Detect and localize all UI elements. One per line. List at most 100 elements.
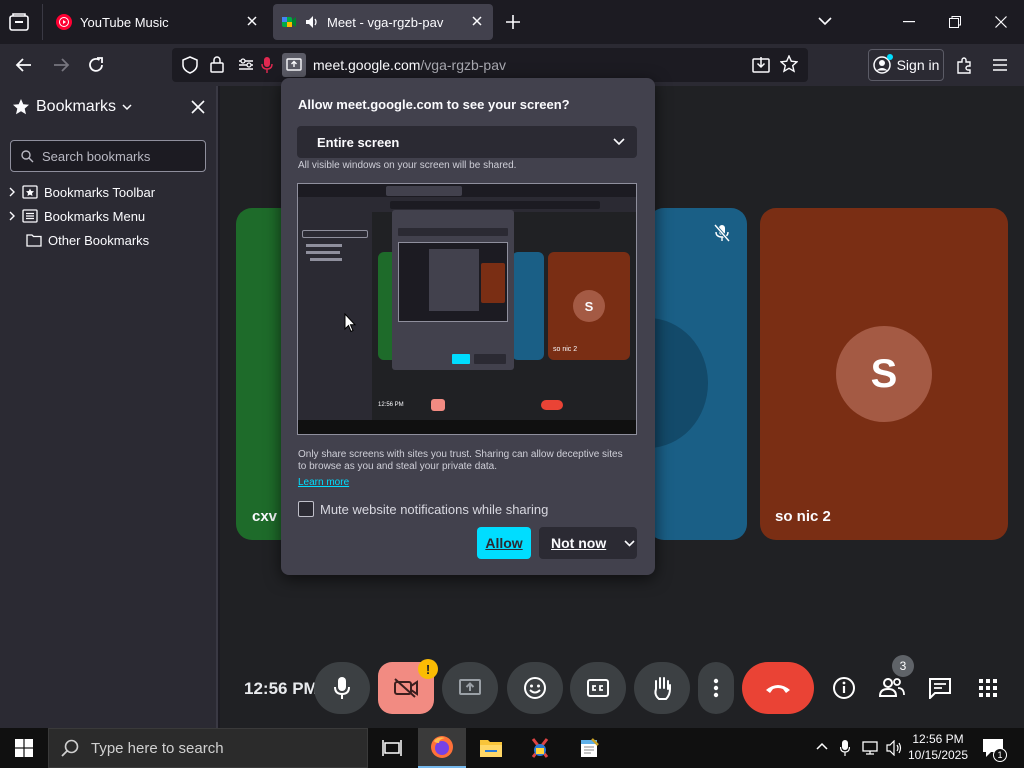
permissions-icon[interactable] — [238, 58, 254, 72]
forward-icon[interactable] — [48, 52, 74, 78]
chevron-right-icon[interactable] — [8, 211, 16, 221]
meeting-details-icon[interactable] — [832, 676, 856, 700]
list-tabs-icon[interactable] — [818, 16, 832, 26]
task-view-button[interactable] — [368, 728, 416, 768]
new-tab-icon[interactable] — [505, 14, 521, 30]
close-tab-icon[interactable] — [246, 15, 258, 27]
restore-button[interactable] — [932, 0, 978, 44]
notepad-icon — [578, 737, 600, 759]
muted-mic-icon — [714, 224, 730, 242]
sign-in-label: Sign in — [896, 57, 940, 73]
present-button[interactable] — [442, 662, 498, 714]
chevron-right-icon[interactable] — [8, 187, 16, 197]
not-now-button[interactable]: Not now — [539, 527, 637, 559]
sign-in-button[interactable]: Sign in — [868, 49, 944, 81]
preview-time: 12:56 PM — [378, 402, 404, 408]
captions-icon — [587, 679, 609, 697]
close-window-button[interactable] — [978, 0, 1024, 44]
taskbar-search-input[interactable]: Type here to search — [48, 728, 368, 768]
speaker-icon[interactable] — [305, 15, 319, 29]
people-icon[interactable] — [879, 676, 905, 698]
url-path: /vga-rgzb-pav — [420, 57, 506, 73]
taskbar-app-4[interactable] — [565, 728, 613, 768]
reload-icon[interactable] — [83, 52, 109, 78]
toolbar-folder-icon — [22, 185, 38, 199]
reactions-button[interactable] — [507, 662, 563, 714]
start-button[interactable] — [0, 728, 48, 768]
preview-browser-tabs — [298, 184, 636, 198]
leave-call-button[interactable] — [742, 662, 814, 714]
taskbar-search-placeholder: Type here to search — [91, 739, 224, 757]
account-icon — [872, 54, 893, 74]
tab-youtube-music[interactable]: YouTube Music — [48, 4, 268, 40]
select-hint: All visible windows on your screen will … — [298, 160, 517, 171]
network-icon[interactable] — [862, 740, 880, 756]
firefox-icon — [430, 735, 454, 759]
preview-taskbar — [298, 420, 636, 434]
allow-button[interactable]: Allow — [477, 527, 531, 559]
microphone-icon — [333, 676, 351, 700]
sidebar-header[interactable]: Bookmarks — [12, 98, 132, 116]
captions-button[interactable] — [570, 662, 626, 714]
star-icon — [12, 98, 30, 116]
tab-title: YouTube Music — [80, 14, 169, 30]
chevron-down-icon — [122, 103, 132, 111]
activities-icon[interactable] — [978, 678, 998, 698]
taskbar-file-explorer[interactable] — [467, 728, 515, 768]
participant-tile-middle[interactable] — [648, 208, 747, 540]
microphone-button[interactable] — [314, 662, 370, 714]
participant-tile-so-nic-2[interactable]: S so nic 2 — [760, 208, 1008, 540]
chevron-down-icon — [613, 138, 625, 146]
search-placeholder: Search bookmarks — [42, 148, 151, 164]
sidebar-item-other-bookmarks[interactable]: Other Bookmarks — [26, 229, 149, 251]
youtube-music-icon — [56, 14, 72, 30]
close-tab-icon[interactable] — [471, 15, 483, 27]
close-sidebar-icon[interactable] — [191, 100, 205, 114]
participant-name: cxv — [252, 508, 278, 525]
taskbar-firefox[interactable] — [418, 728, 466, 768]
screen-sharing-icon[interactable] — [282, 53, 306, 77]
preview-tile-name: so nic 2 — [553, 346, 578, 353]
microphone-sharing-icon[interactable] — [261, 56, 273, 74]
tab-meet[interactable]: Meet - vga-rgzb-pav — [273, 4, 493, 40]
microphone-tray-icon[interactable] — [840, 739, 850, 757]
menu-folder-icon — [22, 209, 38, 223]
preview-tile-so-nic-2: S so nic 2 — [548, 252, 630, 360]
notification-count-badge: 1 — [993, 748, 1007, 762]
sidebar-item-bookmarks-menu[interactable]: Bookmarks Menu — [8, 205, 145, 227]
mute-notifications-checkbox[interactable] — [298, 501, 314, 517]
sidebar-item-bookmarks-toolbar[interactable]: Bookmarks Toolbar — [8, 181, 155, 203]
chevron-down-icon[interactable] — [624, 539, 635, 547]
raise-hand-icon — [651, 675, 673, 701]
show-hidden-icons-icon[interactable] — [816, 742, 828, 750]
more-options-button[interactable] — [698, 662, 734, 714]
raise-hand-button[interactable] — [634, 662, 690, 714]
url-text[interactable]: meet.google.com/vga-rgzb-pav — [313, 57, 506, 73]
search-icon — [61, 739, 79, 757]
sidebar-item-label: Bookmarks Toolbar — [44, 184, 156, 200]
tab-strip: YouTube Music Meet - vga-rgzb-pav — [0, 0, 1024, 44]
url-bar[interactable]: meet.google.com/vga-rgzb-pav — [172, 48, 808, 82]
camera-warning-badge: ! — [418, 659, 438, 679]
screen-select-dropdown[interactable]: Entire screen — [297, 126, 637, 158]
preview-meet: S so nic 2 12:56 PM — [372, 210, 636, 420]
taskbar-app-3[interactable] — [516, 728, 564, 768]
lock-icon[interactable] — [210, 56, 224, 73]
menu-icon[interactable] — [987, 52, 1013, 78]
firefox-view-icon[interactable] — [8, 12, 30, 32]
clock[interactable]: 12:56 PM 10/15/2025 — [906, 731, 970, 763]
back-icon[interactable] — [11, 52, 37, 78]
extensions-icon[interactable] — [951, 52, 977, 78]
save-to-pocket-icon[interactable] — [752, 56, 770, 74]
bookmark-star-icon[interactable] — [780, 55, 798, 73]
present-screen-icon — [458, 678, 482, 698]
minimize-button[interactable] — [886, 0, 932, 44]
learn-more-link[interactable]: Learn more — [298, 477, 349, 488]
shield-icon[interactable] — [182, 56, 198, 74]
chat-icon[interactable] — [928, 677, 952, 699]
url-host: meet.google.com — [313, 57, 421, 73]
bookmarks-search-input[interactable]: Search bookmarks — [10, 140, 206, 172]
participant-name: so nic 2 — [775, 508, 831, 525]
sidebar-item-label: Bookmarks Menu — [44, 208, 146, 224]
volume-icon[interactable] — [886, 740, 904, 756]
